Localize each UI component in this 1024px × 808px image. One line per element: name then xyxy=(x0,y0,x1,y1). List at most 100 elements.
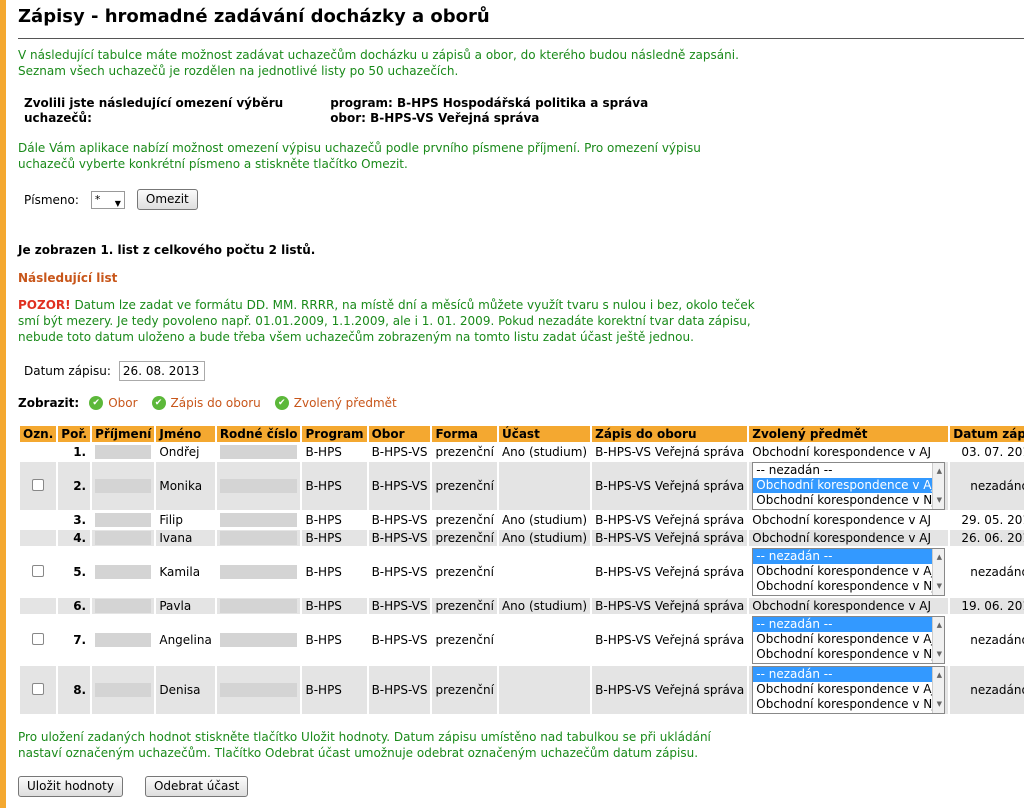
listbox-option-selected[interactable]: Obchodní korespondence v AJ xyxy=(753,478,945,493)
listbox-scrollbar[interactable]: ▲ ▼ xyxy=(932,463,945,509)
col-header[interactable]: Datum zápisu xyxy=(950,426,1024,442)
listbox-option[interactable]: Obchodní korespondence v AJ xyxy=(753,564,944,579)
listbox-option-selected[interactable]: -- nezadán -- xyxy=(753,549,945,564)
table-row: 5. Kamila B-HPS B-HPS-VS prezenční B-HPS… xyxy=(20,548,1024,596)
surname-redacted xyxy=(92,598,155,614)
surname-redacted xyxy=(92,616,154,664)
date-label: Datum zápisu: xyxy=(24,364,111,378)
listbox-option[interactable]: Obchodní korespondence v NJ xyxy=(753,493,944,508)
listbox-option[interactable]: Obchodní korespondence v AJ xyxy=(753,682,944,697)
scroll-down-icon[interactable]: ▼ xyxy=(933,647,944,662)
col-header[interactable]: Poř. xyxy=(58,426,91,442)
listbox-scrollbar[interactable]: ▲ ▼ xyxy=(932,667,945,713)
row-checkbox[interactable] xyxy=(32,564,45,577)
remove-attendance-button[interactable]: Odebrat účast xyxy=(144,776,249,797)
obor: B-HPS-VS xyxy=(371,633,428,647)
listbox-option[interactable]: -- nezadán -- xyxy=(753,463,944,478)
obor: B-HPS-VS xyxy=(371,565,428,579)
program: B-HPS xyxy=(302,530,367,546)
scroll-up-icon[interactable]: ▲ xyxy=(933,618,944,633)
col-header[interactable]: Zvolený předmět xyxy=(749,426,949,442)
table-row: 3. Filip B-HPS B-HPS-VS prezenční Ano (s… xyxy=(20,512,1024,528)
program: B-HPS xyxy=(305,633,342,647)
col-header[interactable]: Zápis do oboru xyxy=(592,426,748,442)
forma: prezenční xyxy=(435,513,494,527)
forma: prezenční xyxy=(432,462,497,510)
toggle-zapis[interactable]: ✔ Zápis do oboru xyxy=(151,396,261,410)
listbox-option[interactable]: Obchodní korespondence v NJ xyxy=(753,579,944,594)
page-title: Zápisy - hromadné zadávání docházky a ob… xyxy=(18,6,490,27)
row-checkbox[interactable] xyxy=(32,632,45,645)
first-name: Angelina xyxy=(159,633,212,647)
check-circle-icon: ✔ xyxy=(274,396,289,410)
surname-redacted xyxy=(92,666,155,714)
restrict-button[interactable]: Omezit xyxy=(136,189,198,210)
date-field-row: Datum zápisu: 26. 08. 2013 xyxy=(24,361,205,381)
col-header[interactable]: Rodné číslo xyxy=(216,426,301,442)
row-number: 7. xyxy=(73,633,87,647)
program: B-HPS xyxy=(305,565,342,579)
first-name: Kamila xyxy=(159,565,201,579)
zapis-do-oboru: B-HPS-VS Veřejná správa xyxy=(595,445,745,459)
table-row: 8. Denisa B-HPS B-HPS-VS prezenční B-HPS… xyxy=(20,666,1024,714)
row-checkbox[interactable] xyxy=(32,478,45,491)
row-number: 4. xyxy=(58,530,91,546)
toggle-predmet[interactable]: ✔ Zvolený předmět xyxy=(274,396,397,410)
left-accent-bar xyxy=(0,0,6,808)
listbox-option-selected[interactable]: -- nezadán -- xyxy=(753,617,945,632)
obor: B-HPS-VS xyxy=(368,462,431,510)
next-list-link[interactable]: Následující list xyxy=(18,271,117,285)
show-toggles: Zobrazit: ✔ Obor ✔ Zápis do oboru ✔ Zvolený… xyxy=(18,396,411,410)
obor: B-HPS-VS xyxy=(371,445,428,459)
birth-number-redacted xyxy=(217,616,301,664)
col-header[interactable]: Příjmení xyxy=(92,426,155,442)
applicants-table: Ozn. Poř. Příjmení Jméno Rodné číslo Pro… xyxy=(18,424,1024,716)
scroll-up-icon[interactable]: ▲ xyxy=(933,668,944,683)
col-header[interactable]: Program xyxy=(302,426,367,442)
subject-listbox[interactable]: -- nezadán -- Obchodní korespondence v A… xyxy=(752,548,946,596)
scroll-up-icon[interactable]: ▲ xyxy=(933,550,944,565)
title-divider xyxy=(18,38,1024,39)
listbox-option[interactable]: Obchodní korespondence v NJ xyxy=(753,647,944,662)
listbox-scrollbar[interactable]: ▲ ▼ xyxy=(932,617,945,663)
col-header[interactable]: Účast xyxy=(498,426,591,442)
ucast: Ano (studium) xyxy=(501,513,588,527)
row-number: 8. xyxy=(58,666,91,714)
program: B-HPS xyxy=(305,513,342,527)
page-content: Zápisy - hromadné zadávání docházky a ob… xyxy=(18,0,1024,797)
scroll-down-icon[interactable]: ▼ xyxy=(933,697,944,712)
scroll-down-icon[interactable]: ▼ xyxy=(933,579,944,594)
zapis-do-oboru: B-HPS-VS Veřejná správa xyxy=(592,462,748,510)
subject-listbox[interactable]: -- nezadán -- Obchodní korespondence v A… xyxy=(752,616,946,664)
table-row: 1. Ondřej B-HPS B-HPS-VS prezenční Ano (… xyxy=(20,444,1024,460)
toggle-obor[interactable]: ✔ Obor xyxy=(89,396,138,410)
birth-number-redacted xyxy=(217,512,301,528)
listbox-scrollbar[interactable]: ▲ ▼ xyxy=(932,549,945,595)
zapis-do-oboru: B-HPS-VS Veřejná správa xyxy=(592,598,748,614)
row-number: 5. xyxy=(73,565,87,579)
ucast: Ano (studium) xyxy=(498,598,591,614)
forma: prezenční xyxy=(432,666,497,714)
birth-number-redacted xyxy=(216,666,301,714)
date-format-warning: POZOR! Datum lze zadat ve formátu DD. MM… xyxy=(18,297,758,345)
col-header[interactable]: Ozn. xyxy=(20,426,57,442)
listbox-option-selected[interactable]: -- nezadán -- xyxy=(753,667,945,682)
col-header[interactable]: Obor xyxy=(368,426,431,442)
subject-listbox[interactable]: -- nezadán -- Obchodní korespondence v A… xyxy=(752,462,946,510)
obor: B-HPS-VS xyxy=(368,598,431,614)
row-checkbox[interactable] xyxy=(32,682,45,695)
col-header[interactable]: Forma xyxy=(432,426,497,442)
scroll-down-icon[interactable]: ▼ xyxy=(933,493,944,508)
ucast xyxy=(499,616,590,664)
subject-listbox[interactable]: -- nezadán -- Obchodní korespondence v A… xyxy=(752,666,946,714)
listbox-option[interactable]: Obchodní korespondence v NJ xyxy=(753,697,944,712)
col-header[interactable]: Jméno xyxy=(156,426,215,442)
listbox-option[interactable]: Obchodní korespondence v AJ xyxy=(753,632,944,647)
save-values-button[interactable]: Uložit hodnoty xyxy=(18,776,123,797)
scroll-up-icon[interactable]: ▲ xyxy=(933,464,944,479)
letter-select[interactable]: * ▼ xyxy=(90,190,125,209)
forma: prezenční xyxy=(435,565,494,579)
zvoleny-predmet: Obchodní korespondence v AJ xyxy=(749,530,949,546)
date-input[interactable]: 26. 08. 2013 xyxy=(118,361,205,381)
first-name: Filip xyxy=(159,513,184,527)
